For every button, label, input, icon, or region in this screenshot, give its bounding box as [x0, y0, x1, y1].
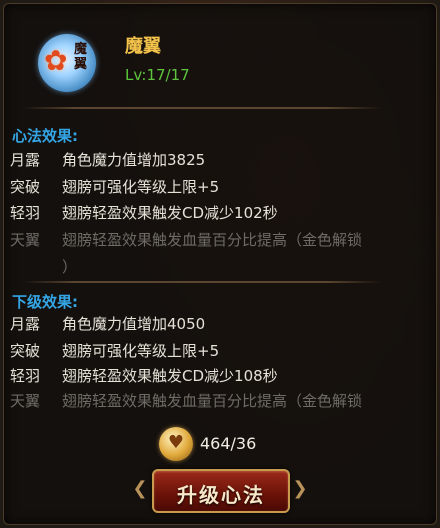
effect-text: 翅膀轻盈效果触发CD减少108秒	[62, 367, 278, 385]
divider	[22, 107, 382, 109]
effect-name: 突破	[10, 342, 41, 360]
effect-row: 月露 角色魔力值增加4050	[10, 312, 425, 336]
effect-name: 突破	[10, 178, 41, 196]
effect-text: 角色魔力值增加3825	[62, 151, 206, 169]
right-ornament-icon: ❯	[292, 478, 308, 499]
effect-text-continuation: ）	[62, 258, 78, 276]
next-level-effects-heading: 下级效果:	[12, 293, 78, 311]
upgrade-button-label: 升级心法	[177, 483, 265, 507]
effect-name: 月露	[10, 151, 41, 169]
effect-text: 翅膀可强化等级上限+5	[62, 178, 220, 196]
skill-title: 魔翼	[125, 36, 161, 57]
flower-icon: ✿	[44, 44, 68, 77]
effect-name: 轻羽	[10, 367, 41, 385]
effect-row-locked: 天翼 翅膀轻盈效果触发血量百分比提高（金色解锁	[10, 389, 425, 413]
heart-coin-icon: ♥	[159, 427, 193, 461]
left-ornament-icon: ❮	[132, 478, 148, 499]
effect-name: 轻羽	[10, 204, 41, 222]
skill-level: Lv:17/17	[125, 66, 190, 84]
effect-text: 翅膀轻盈效果触发CD减少102秒	[62, 204, 278, 222]
effect-text: 翅膀轻盈效果触发血量百分比提高（金色解锁	[62, 231, 363, 249]
skill-icon-glyph: 魔翼	[74, 42, 88, 72]
divider	[22, 281, 382, 283]
effect-text: 翅膀轻盈效果触发血量百分比提高（金色解锁	[62, 392, 363, 410]
effect-row: 月露 角色魔力值增加3825	[10, 148, 425, 172]
upgrade-cost: 464/36	[200, 434, 257, 453]
upgrade-skill-button[interactable]: 升级心法	[152, 469, 290, 513]
effect-row: 轻羽 翅膀轻盈效果触发CD减少108秒	[10, 364, 425, 388]
effect-row: 突破 翅膀可强化等级上限+5	[10, 175, 425, 199]
wing-flower-icon: ✿ 魔翼	[38, 34, 96, 92]
effect-text: 角色魔力值增加4050	[62, 315, 206, 333]
effect-row-locked: 天翼 翅膀轻盈效果触发血量百分比提高（金色解锁	[10, 228, 425, 252]
effect-row: 突破 翅膀可强化等级上限+5	[10, 339, 425, 363]
current-effects-heading: 心法效果:	[12, 127, 78, 145]
effect-name: 月露	[10, 315, 41, 333]
effect-text: 翅膀可强化等级上限+5	[62, 342, 220, 360]
effect-name: 天翼	[10, 231, 41, 249]
effect-row: 轻羽 翅膀轻盈效果触发CD减少102秒	[10, 201, 425, 225]
effect-name: 天翼	[10, 392, 41, 410]
